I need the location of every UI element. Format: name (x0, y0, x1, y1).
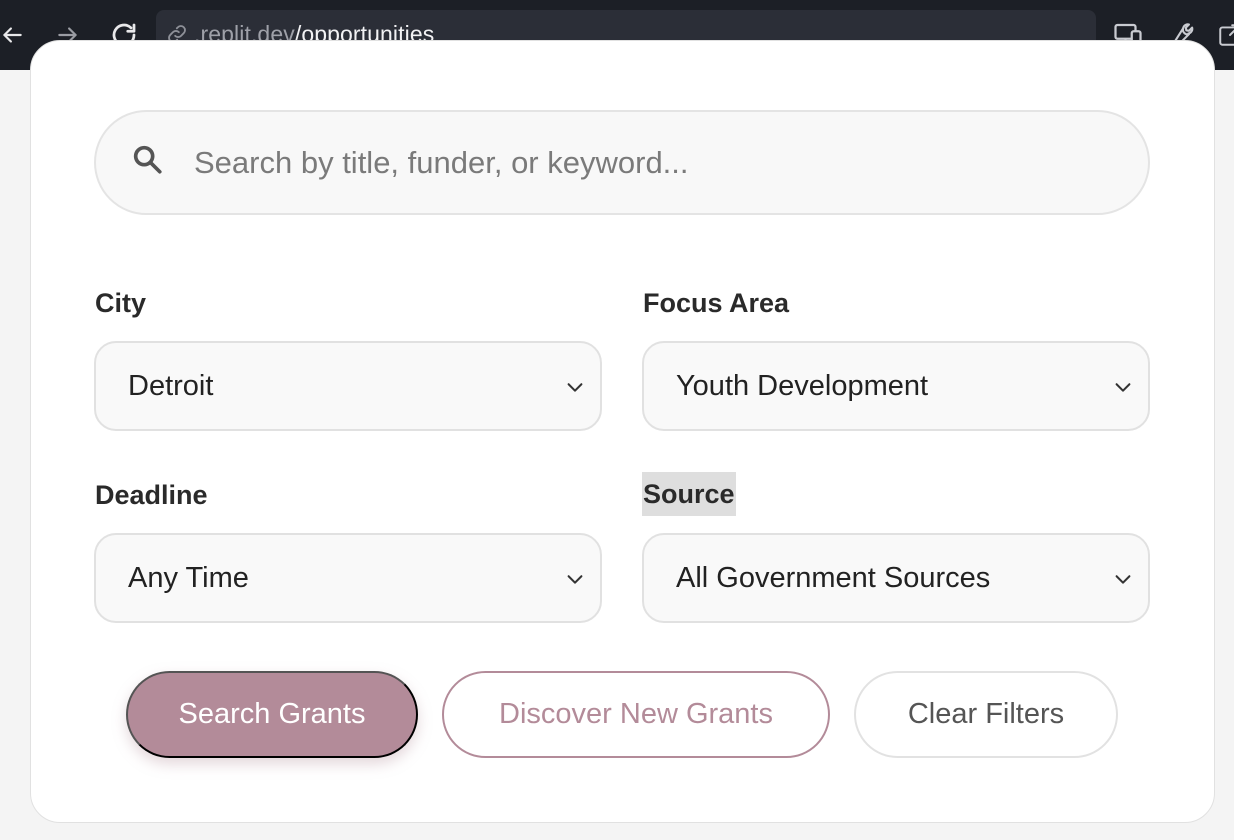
external-link-icon (1219, 24, 1234, 46)
source-label: Source (642, 472, 736, 516)
chevron-down-icon (567, 383, 583, 392)
city-select-value: Detroit (128, 369, 214, 402)
search-grants-button[interactable]: Search Grants (126, 671, 418, 758)
open-external-button[interactable] (1212, 17, 1234, 53)
deadline-label: Deadline (95, 480, 208, 510)
deadline-select[interactable]: Any Time (94, 533, 602, 623)
source-select[interactable]: All Government Sources (642, 533, 1150, 623)
source-select-value: All Government Sources (676, 561, 991, 594)
focus-area-label: Focus Area (643, 288, 790, 318)
back-button[interactable] (0, 17, 30, 53)
focus-area-select[interactable]: Youth Development (642, 341, 1150, 431)
discover-new-grants-button[interactable]: Discover New Grants (442, 671, 830, 758)
search-input[interactable] (194, 112, 1094, 213)
chevron-down-icon (1115, 383, 1131, 392)
search-box[interactable] (94, 110, 1150, 215)
city-select[interactable]: Detroit (94, 341, 602, 431)
arrow-left-icon (3, 27, 22, 43)
chevron-down-icon (567, 575, 583, 584)
city-label: City (95, 288, 147, 318)
clear-filters-button[interactable]: Clear Filters (854, 671, 1118, 758)
chevron-down-icon (1115, 575, 1131, 584)
deadline-select-value: Any Time (128, 561, 249, 594)
search-icon (133, 145, 162, 174)
focus-area-select-value: Youth Development (676, 369, 929, 402)
